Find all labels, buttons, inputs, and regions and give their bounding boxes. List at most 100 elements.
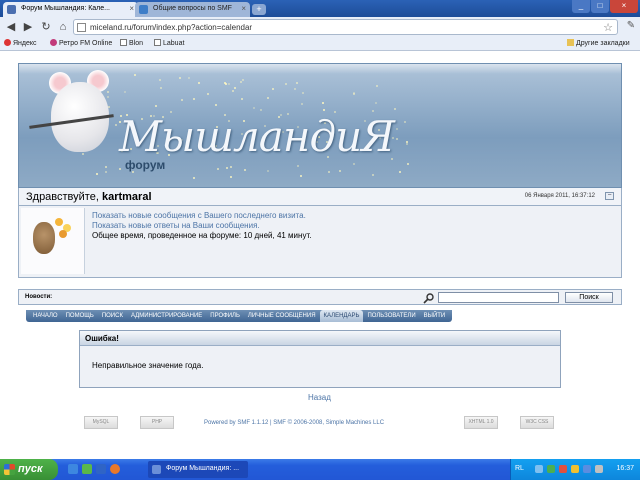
bookmark-labuat[interactable]: Labuat [154,39,184,47]
menu-item-logout[interactable]: ВЫЙТИ [420,310,450,322]
tab-forum-calendar[interactable]: Форум Мышландия: Кале... × [3,2,138,17]
sparkle [272,88,274,90]
menu-item-members[interactable]: ПОЛЬЗОВАТЕЛИ [363,310,419,322]
desktop-quicklaunch-icon[interactable] [96,464,106,474]
bookmark-label: Яндекс [13,40,37,47]
browser-toolbar: ◀ ▶ ↻ ⌂ miceland.ru/forum/index.php?acti… [0,17,640,37]
back-arrow-icon[interactable]: ◀ [4,20,18,34]
powered-by-text[interactable]: Powered by SMF 1.1.12 | SMF © 2006-2008,… [204,420,384,426]
sparkle [226,167,228,169]
sparkle [217,168,219,170]
search-button[interactable]: Поиск [565,292,613,303]
collapse-toggle-button[interactable]: − [605,192,614,200]
security-tray-icon[interactable] [571,465,579,473]
flower-decoration [55,218,63,226]
show-new-posts-link[interactable]: Показать новые сообщения с Вашего послед… [92,211,311,221]
user-greeting-bar: Здравствуйте, kartmaral 06 Января 2011, … [18,188,622,206]
back-link[interactable]: Назад [308,393,331,402]
forum-logo[interactable]: МышландиЯ [119,112,395,161]
footer: MySQL PHP Powered by SMF 1.1.12 | SMF © … [18,416,622,430]
maximize-button[interactable]: □ [591,0,609,13]
avatar [21,208,85,274]
menu-item-search[interactable]: ПОИСК [98,310,127,322]
close-tab-icon[interactable]: × [129,4,134,13]
sparkle [322,102,324,104]
task-label: Форум Мышландия: ... [166,465,240,472]
sparkle [328,171,330,173]
sparkle [407,163,409,165]
sparkle [242,79,244,81]
bookmark-yandex[interactable]: Яндекс [4,39,37,47]
sparkle [394,108,396,110]
avatar-mouse-image [33,222,55,254]
ie-quicklaunch-icon[interactable] [68,464,78,474]
sparkle [232,90,234,92]
home-icon[interactable]: ⌂ [56,20,70,34]
web-page: МышландиЯ форум Здравствуйте, kartmaral … [0,51,640,459]
forum-favicon-icon [7,5,16,14]
tab-label: Общие вопросы по SMF [153,5,232,12]
bookmark-retro-fm[interactable]: Ретро FM Online [50,39,112,47]
bookmark-blon[interactable]: Blon [120,39,143,47]
media-quicklaunch-icon[interactable] [82,464,92,474]
tray-icon[interactable] [547,465,555,473]
close-tab-icon[interactable]: × [241,4,246,13]
browser-tab-strip: Форум Мышландия: Кале... × Общие вопросы… [0,0,640,17]
sparkle [160,87,162,89]
bookmark-star-icon[interactable]: ☆ [603,21,613,34]
sparkle [198,82,200,84]
system-tray: RL 16:37 [510,459,640,480]
menu-item-help[interactable]: ПОМОЩЬ [62,310,98,322]
start-button[interactable]: пуск [0,459,58,480]
new-tab-button[interactable]: + [252,4,266,15]
search-input[interactable] [438,292,559,303]
language-indicator[interactable]: RL [515,465,524,472]
tray-icon[interactable] [535,465,543,473]
sparkle [105,171,107,173]
forward-arrow-icon[interactable]: ▶ [21,20,35,34]
sparkle [302,92,304,94]
mysql-badge[interactable]: MySQL [84,416,118,429]
forum-logo-subtitle: форум [125,158,166,172]
address-bar[interactable]: miceland.ru/forum/index.php?action=calen… [73,19,618,35]
taskbar-button-browser[interactable]: Форум Мышландия: ... [148,461,248,478]
close-window-button[interactable]: × [610,0,638,13]
tray-icon[interactable] [559,465,567,473]
show-new-replies-link[interactable]: Показать новые ответы на Ваши сообщения. [92,221,311,231]
sparkle [193,98,195,100]
start-label: пуск [18,463,43,475]
minimize-button[interactable]: _ [572,0,590,13]
windows-taskbar: пуск Форум Мышландия: ... RL 16:37 [0,459,640,480]
sparkle [188,77,190,79]
network-tray-icon[interactable] [583,465,591,473]
error-box: Ошибка! Неправильное значение года. [79,330,561,388]
menu-item-admin[interactable]: АДМИНИСТРИРОВАНИЕ [127,310,206,322]
xhtml-badge[interactable]: XHTML 1.0 [464,416,498,429]
php-badge[interactable]: PHP [140,416,174,429]
sparkle [353,163,355,165]
tab-smf-questions[interactable]: Общие вопросы по SMF × [135,2,250,17]
menu-item-profile[interactable]: ПРОФИЛЬ [206,310,244,322]
sparkle [396,138,398,140]
reload-icon[interactable]: ↻ [39,20,53,34]
css-badge[interactable]: W3C CSS [520,416,554,429]
wrench-icon[interactable]: ✎ [624,20,638,34]
other-bookmarks[interactable]: Другие закладки [567,39,630,47]
firefox-quicklaunch-icon[interactable] [110,464,120,474]
error-message: Неправильное значение года. [80,346,560,387]
sparkle [159,79,161,81]
menu-item-home[interactable]: НАЧАЛО [29,310,62,322]
url-text: miceland.ru/forum/index.php?action=calen… [90,23,253,32]
bookmark-label: Другие закладки [576,40,630,47]
sparkle [353,93,355,95]
sparkle [96,173,98,175]
page-icon [120,39,127,46]
sparkle [240,81,242,83]
username: kartmaral [101,191,152,203]
sparkle [376,85,378,87]
menu-item-messages[interactable]: ЛИЧНЫЕ СООБЩЕНИЯ [244,310,320,322]
bookmark-label: Ретро FM Online [59,40,113,47]
menu-item-calendar[interactable]: КАЛЕНДАРЬ [319,310,364,322]
page-icon [154,39,161,46]
volume-tray-icon[interactable] [595,465,603,473]
